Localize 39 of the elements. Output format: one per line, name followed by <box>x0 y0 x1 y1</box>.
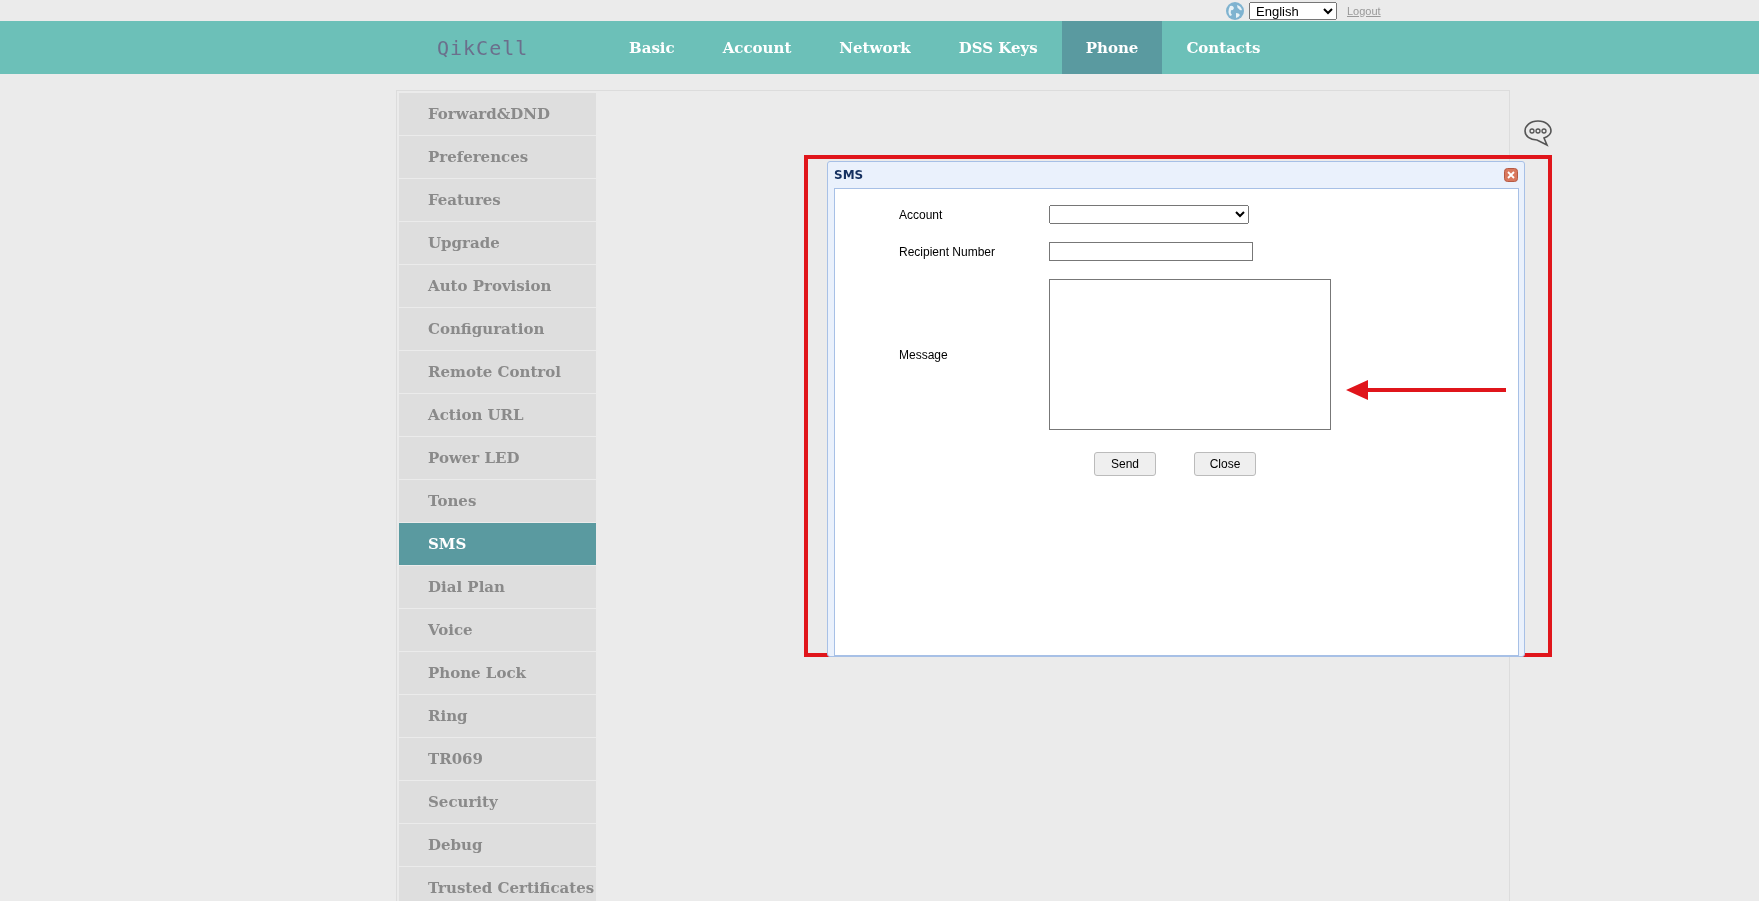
sidebar-item[interactable]: Auto Provision <box>399 265 596 307</box>
sidebar-item[interactable]: Security <box>399 781 596 823</box>
recipient-input[interactable] <box>1049 242 1253 261</box>
logout-link[interactable]: Logout <box>1347 4 1381 17</box>
sidebar-item[interactable]: Tones <box>399 480 596 522</box>
sidebar-item[interactable]: Remote Control <box>399 351 596 393</box>
field-label: Account <box>899 207 944 222</box>
nav-tab[interactable]: DSS Keys <box>934 21 1062 74</box>
sidebar-item[interactable]: Action URL <box>399 394 596 436</box>
sidebar-item[interactable]: Power LED <box>399 437 596 479</box>
sidebar-item[interactable]: Features <box>399 179 596 221</box>
language-select[interactable]: English <box>1249 1 1337 20</box>
account-select[interactable] <box>1049 205 1249 224</box>
dialog-button[interactable]: Send <box>1094 452 1156 476</box>
sidebar-item[interactable]: Upgrade <box>399 222 596 264</box>
sidebar-item[interactable]: Ring <box>399 695 596 737</box>
dialog-button[interactable]: Close <box>1194 452 1256 476</box>
chat-bubble-icon[interactable] <box>1523 119 1553 147</box>
nav-tab[interactable]: Network <box>815 21 935 74</box>
sidebar-item[interactable]: Preferences <box>399 136 596 178</box>
message-textarea[interactable] <box>1049 279 1331 430</box>
nav-tab[interactable]: Contacts <box>1162 21 1285 74</box>
nav-tab[interactable]: Phone <box>1061 21 1163 74</box>
field-label: Recipient Number <box>899 244 997 259</box>
sidebar-item[interactable]: Voice <box>399 609 596 651</box>
sidebar-item[interactable]: Phone Lock <box>399 652 596 694</box>
dialog-title: SMS <box>834 168 864 182</box>
sidebar-item[interactable]: Configuration <box>399 308 596 350</box>
sidebar-item[interactable]: Forward&DND <box>399 93 596 135</box>
nav-tab[interactable]: Basic <box>605 21 699 74</box>
close-icon[interactable] <box>1504 168 1518 182</box>
sidebar-item[interactable]: Trusted Certificates <box>399 867 596 901</box>
logo: QikCell <box>436 35 530 60</box>
nav-tab[interactable]: Account <box>698 21 816 74</box>
sidebar-item[interactable]: Debug <box>399 824 596 866</box>
sidebar-item[interactable]: Dial Plan <box>399 566 596 608</box>
field-label: Message <box>899 347 949 362</box>
sidebar-item[interactable]: SMS <box>399 523 596 565</box>
sidebar-item[interactable]: TR069 <box>399 738 596 780</box>
